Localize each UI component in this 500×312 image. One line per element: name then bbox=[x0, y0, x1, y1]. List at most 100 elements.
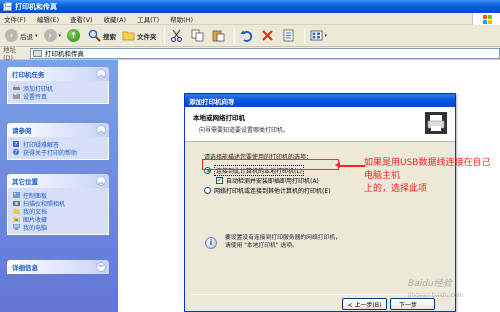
copy-icon bbox=[191, 29, 204, 42]
annotation-line: 上的，选择此项 bbox=[364, 184, 428, 194]
panel-other-places: 其它位置 ︽ 控制面板 扫描仪和照相机 我的文档 图片收藏 我的电脑 bbox=[7, 174, 109, 235]
toolbar-separator bbox=[233, 27, 235, 44]
chevron-down-icon: ▾ bbox=[324, 32, 328, 39]
folders-label: 文件夹 bbox=[137, 32, 157, 41]
pictures-folder-icon bbox=[13, 217, 20, 222]
panel-title: 打印机任务 bbox=[12, 71, 45, 79]
panel-see-also: 请参阅 ︽ ? 打印疑难解答 ? 获得关于打印的帮助 bbox=[7, 123, 109, 160]
search-label: 搜索 bbox=[103, 32, 117, 41]
dialog-title-bar: 添加打印机向导 bbox=[185, 94, 455, 107]
task-setup-fax[interactable]: 设置传真 bbox=[13, 92, 104, 101]
place-label: 我的电脑 bbox=[23, 224, 48, 232]
link-label: 获得关于打印的帮助 bbox=[23, 149, 78, 157]
scanner-camera-icon bbox=[13, 201, 20, 206]
link-printing-help[interactable]: ? 获得关于打印的帮助 bbox=[13, 148, 104, 157]
help-book-icon: ? bbox=[13, 141, 19, 147]
collapse-chevron-icon[interactable]: ︽ bbox=[96, 176, 106, 186]
panel-details: 详细信息 ︾ bbox=[7, 260, 109, 274]
task-pane: 打印机任务 ︽ 添加打印机 设置传真 请参阅 ︽ ? 打印疑难解答 ? 获得关于… bbox=[0, 60, 118, 312]
up-arrow-icon: ↑ bbox=[67, 29, 81, 42]
printer-folder-icon bbox=[3, 1, 12, 11]
computer-icon bbox=[13, 224, 20, 230]
undo-icon bbox=[240, 29, 253, 42]
delete-x-icon bbox=[261, 29, 274, 42]
back-label: 后退 bbox=[20, 32, 33, 41]
menu-file[interactable]: 文件(F) bbox=[4, 14, 26, 24]
menu-view[interactable]: 查看(V) bbox=[70, 14, 93, 24]
panel-header[interactable]: 详细信息 ︾ bbox=[7, 260, 109, 274]
dialog-header-title: 本地或网络打印机 bbox=[193, 114, 245, 122]
views-button[interactable]: ▾ bbox=[308, 27, 330, 45]
info-icon: i bbox=[205, 237, 217, 249]
dialog-header-subtitle: 向导需要知道要设置哪类打印机。 bbox=[199, 127, 290, 134]
option-label: 网络打印机或连接到其他计算机的打印机(E) bbox=[214, 187, 331, 195]
forward-arrow-icon: › bbox=[43, 29, 57, 42]
collapse-chevron-icon[interactable]: ︽ bbox=[96, 125, 106, 135]
up-folder-button[interactable]: ↑ bbox=[65, 27, 84, 45]
panel-header[interactable]: 请参阅 ︽ bbox=[7, 123, 109, 137]
info-line: 请使用 "本地打印机" 选项。 bbox=[225, 242, 298, 249]
expand-chevron-icon[interactable]: ︾ bbox=[96, 262, 106, 272]
printer-icon bbox=[425, 112, 447, 134]
chevron-down-icon: ▾ bbox=[58, 32, 62, 39]
radio-unselected-icon[interactable] bbox=[204, 186, 211, 194]
menu-bar: 文件(F) 编辑(E) 查看(V) 收藏(A) 工具(T) 帮助(H) bbox=[0, 13, 500, 25]
back-arrow-icon: ‹ bbox=[5, 29, 18, 42]
watermark: Baidu经验 jingyan.baidu.com bbox=[408, 278, 500, 312]
back-step-button[interactable]: < 上一步(B) bbox=[342, 298, 387, 310]
help-icon: ? bbox=[13, 149, 19, 155]
checkbox-checked-icon[interactable]: ✔ bbox=[216, 176, 223, 184]
collapse-chevron-icon[interactable]: ︽ bbox=[96, 69, 106, 79]
place-my-computer[interactable]: 我的电脑 bbox=[13, 223, 104, 232]
menu-help[interactable]: 帮助(H) bbox=[170, 14, 193, 24]
svg-text:?: ? bbox=[15, 150, 18, 155]
scissors-icon bbox=[170, 29, 183, 42]
cut-button[interactable] bbox=[168, 27, 187, 45]
annotation-line: 如果是用USB数据线连接在自己电脑主机 bbox=[364, 158, 491, 181]
address-bar: 地址(D) 打印机和传真 bbox=[0, 46, 500, 62]
properties-button[interactable] bbox=[280, 27, 299, 45]
toolbar: ‹ 后退 ▾ › ▾ ↑ 搜索 文件夹 ▾ bbox=[0, 25, 500, 47]
address-input[interactable]: 打印机和传真 bbox=[29, 47, 500, 59]
menu-favorites[interactable]: 收藏(A) bbox=[104, 14, 127, 24]
folders-button[interactable]: 文件夹 bbox=[120, 27, 159, 45]
control-panel-icon bbox=[13, 192, 20, 198]
svg-text:?: ? bbox=[15, 142, 18, 147]
annotation-text: 如果是用USB数据线连接在自己电脑主机 上的，选择此项 bbox=[364, 157, 494, 196]
dialog-title: 添加打印机向导 bbox=[189, 97, 235, 106]
annotation-arrow bbox=[335, 162, 365, 168]
watermark-brand: Baidu经验 bbox=[408, 279, 452, 289]
watermark-url: jingyan.baidu.com bbox=[408, 292, 464, 299]
panel-title: 详细信息 bbox=[12, 264, 38, 272]
panel-title: 其它位置 bbox=[12, 178, 38, 186]
panel-printer-tasks: 打印机任务 ︽ 添加打印机 设置传真 bbox=[7, 67, 109, 104]
properties-icon bbox=[282, 29, 295, 42]
forward-button[interactable]: › ▾ bbox=[42, 27, 64, 45]
window-title: 打印机和传真 bbox=[15, 2, 57, 11]
toolbar-separator bbox=[303, 27, 305, 44]
undo-button[interactable] bbox=[238, 27, 257, 45]
panel-title: 请参阅 bbox=[12, 127, 32, 135]
search-button[interactable]: 搜索 bbox=[86, 27, 118, 45]
delete-button[interactable] bbox=[259, 27, 278, 45]
panel-header[interactable]: 其它位置 ︽ bbox=[7, 174, 109, 188]
fax-icon bbox=[13, 93, 20, 99]
paste-icon bbox=[212, 29, 225, 42]
address-value: 打印机和传真 bbox=[44, 50, 84, 58]
views-grid-icon bbox=[310, 29, 323, 42]
paste-button[interactable] bbox=[210, 27, 229, 45]
folder-icon bbox=[122, 29, 135, 42]
menu-edit[interactable]: 编辑(E) bbox=[37, 14, 59, 24]
panel-header[interactable]: 打印机任务 ︽ bbox=[7, 67, 109, 81]
back-button[interactable]: ‹ 后退 ▾ bbox=[3, 27, 40, 45]
info-note: i 要设置没有连接到打印服务器的网络打印机， 请使用 "本地打印机" 选项。 bbox=[205, 235, 341, 250]
toolbar-separator bbox=[163, 27, 165, 44]
highlight-box bbox=[202, 159, 339, 170]
option-label: 自动检测并安装即插即用打印机(A) bbox=[226, 177, 319, 185]
folder-icon bbox=[13, 209, 20, 214]
copy-button[interactable] bbox=[189, 27, 208, 45]
window-title-bar: 打印机和传真 bbox=[0, 0, 500, 13]
menu-tools[interactable]: 工具(T) bbox=[137, 14, 159, 24]
search-icon bbox=[88, 29, 101, 42]
task-label: 设置传真 bbox=[23, 93, 48, 101]
